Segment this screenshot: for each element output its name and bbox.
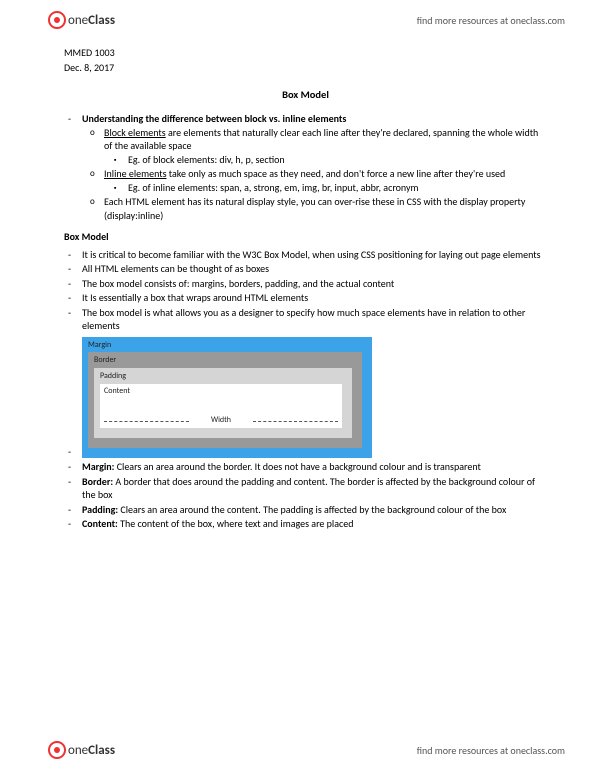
- brand-part1: one: [68, 743, 88, 758]
- def-margin: Margin: Clears an area around the border…: [64, 460, 547, 474]
- page-header: oneClass find more resources at oneclass…: [0, 6, 595, 34]
- padding-def: Clears an area around the content. The p…: [118, 503, 506, 516]
- page-title: Box Model: [64, 88, 547, 102]
- logo-icon: [48, 11, 66, 29]
- footer-link[interactable]: find more resources at oneclass.com: [417, 744, 565, 757]
- section-2-list: It is critical to become familiar with t…: [64, 248, 547, 333]
- inline-term: Inline elements: [104, 167, 167, 180]
- block-term: Block elements: [104, 126, 166, 139]
- header-link[interactable]: find more resources at oneclass.com: [417, 14, 565, 27]
- brand-part2: Class: [88, 743, 115, 758]
- document-body: MMED 1003 Dec. 8, 2017 Box Model Underst…: [64, 46, 547, 532]
- padding-label: Padding: [100, 371, 126, 381]
- section-1: Understanding the difference between blo…: [64, 112, 547, 222]
- brand-part2: Class: [88, 13, 115, 28]
- block-def: Block elements are elements that natural…: [82, 126, 547, 167]
- margin-def: Clears an area around the border. It doe…: [114, 460, 480, 473]
- brand-logo: oneClass: [48, 11, 115, 29]
- brand-part1: one: [68, 13, 88, 28]
- def-border: Border: A border that does around the pa…: [64, 475, 547, 502]
- course-code: MMED 1003: [64, 46, 547, 60]
- margin-label: Margin: [88, 340, 111, 350]
- padding-term: Padding:: [82, 503, 118, 516]
- def-padding: Padding: Clears an area around the conte…: [64, 503, 547, 517]
- bm-point-3: The box model consists of: margins, bord…: [64, 277, 547, 291]
- page-footer: oneClass find more resources at oneclass…: [0, 736, 595, 764]
- inline-example: Eg. of inline elements: span, a, strong,…: [104, 181, 547, 195]
- inline-def: Inline elements take only as much space …: [82, 167, 547, 194]
- content-label: Content: [104, 386, 130, 396]
- bm-point-4: It Is essentially a box that wraps aroun…: [64, 291, 547, 305]
- content-def: The content of the box, where text and i…: [118, 517, 354, 530]
- block-example: Eg. of block elements: div, h, p, sectio…: [104, 153, 547, 167]
- width-indicator: Width: [100, 415, 342, 426]
- content-term: Content:: [82, 517, 118, 530]
- block-def-text: are elements that naturally clear each l…: [104, 126, 538, 153]
- inline-def-text: take only as much space as they need, an…: [167, 167, 506, 180]
- bm-point-5: The box model is what allows you as a de…: [64, 306, 547, 333]
- content-layer: Content Width: [100, 384, 342, 428]
- border-def: A border that does around the padding an…: [82, 475, 535, 502]
- margin-layer: Margin Border Padding Content Width: [82, 337, 372, 458]
- document-date: Dec. 8, 2017: [64, 61, 547, 75]
- bm-point-2: All HTML elements can be thought of as b…: [64, 262, 547, 276]
- brand-logo-footer: oneClass: [48, 741, 115, 759]
- box-model-diagram: Margin Border Padding Content Width: [64, 337, 547, 458]
- border-label: Border: [94, 355, 116, 365]
- definitions-list: Margin: Clears an area around the border…: [64, 460, 547, 531]
- border-term: Border:: [82, 475, 113, 488]
- margin-term: Margin:: [82, 460, 114, 473]
- logo-icon: [48, 741, 66, 759]
- display-note: Each HTML element has its natural displa…: [82, 195, 547, 222]
- section-1-heading: Understanding the difference between blo…: [82, 112, 346, 125]
- border-layer: Border Padding Content Width: [88, 352, 362, 448]
- padding-layer: Padding Content Width: [94, 368, 352, 438]
- section-2-heading: Box Model: [64, 230, 547, 244]
- bm-point-1: It is critical to become familiar with t…: [64, 248, 547, 262]
- def-content: Content: The content of the box, where t…: [64, 517, 547, 531]
